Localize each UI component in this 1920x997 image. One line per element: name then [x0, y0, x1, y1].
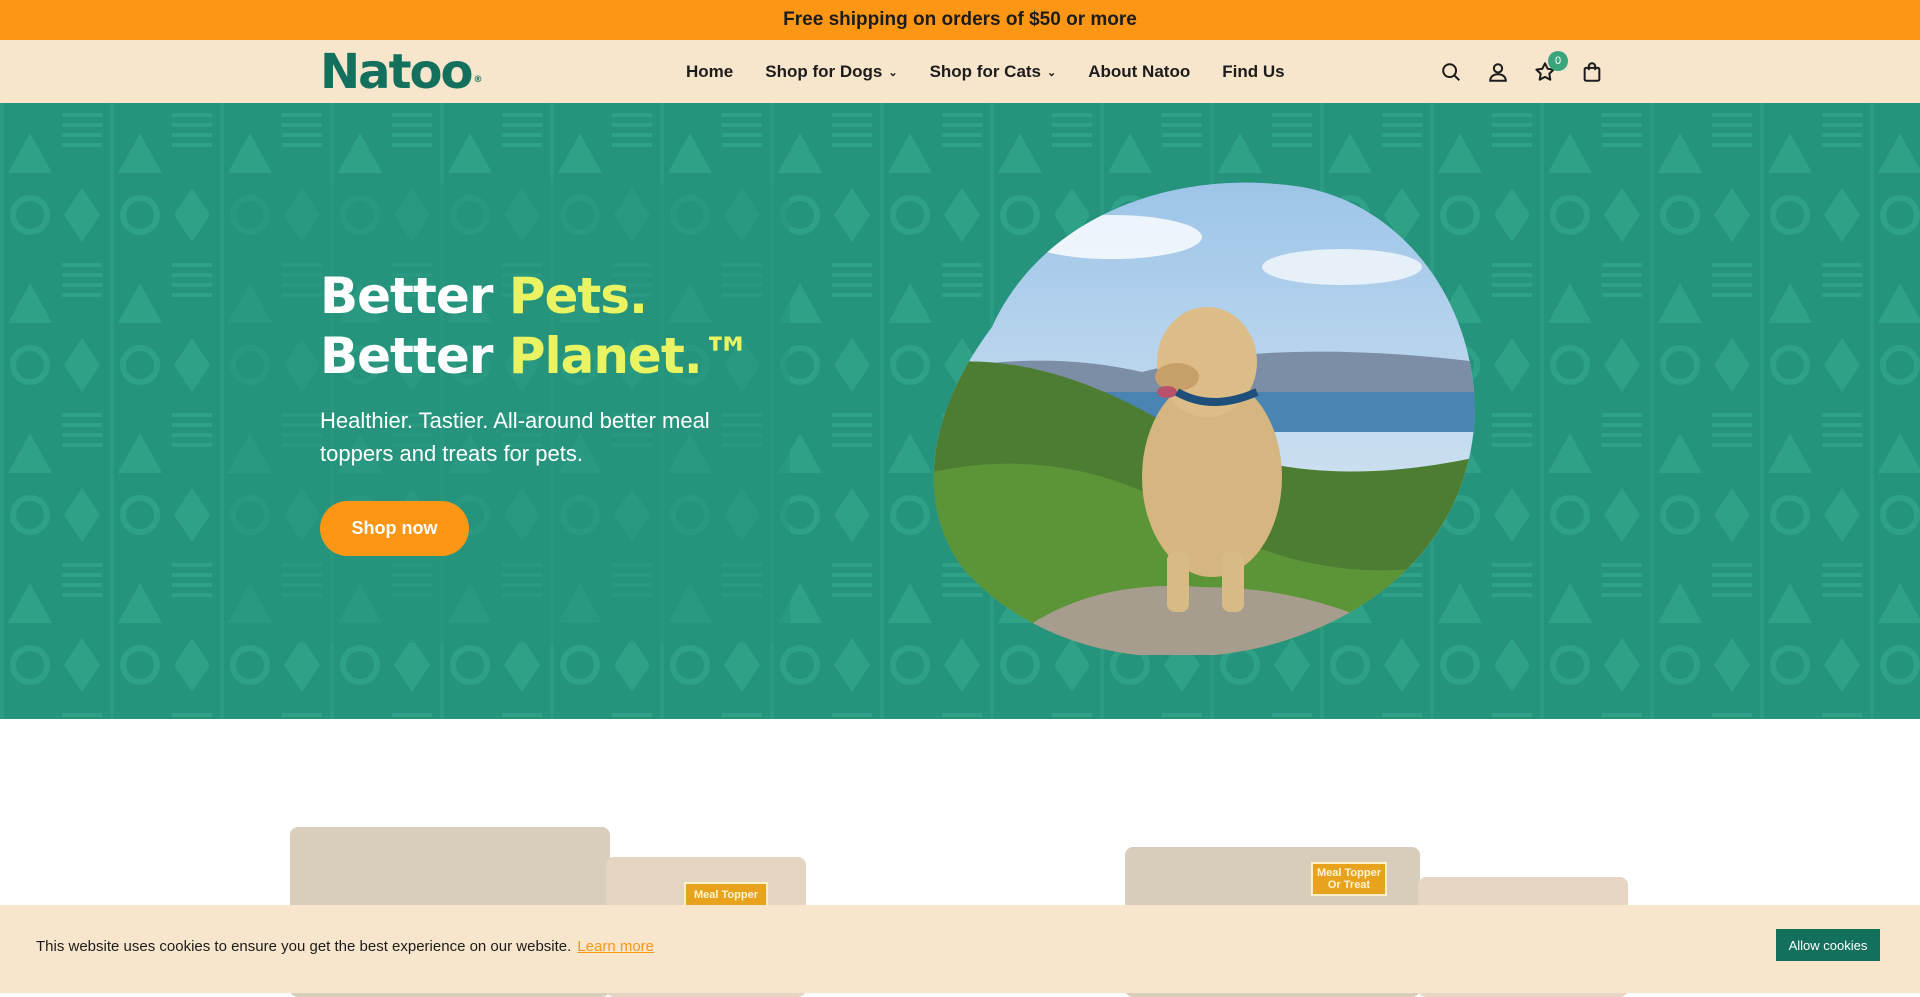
- shop-now-button[interactable]: Shop now: [320, 501, 469, 556]
- cookie-banner: This website uses cookies to ensure you …: [0, 905, 1920, 993]
- logo[interactable]: Natoo ®: [320, 48, 483, 96]
- announcement-bar: Free shipping on orders of $50 or more: [0, 0, 1920, 40]
- hero-subtext: Healthier. Tastier. All-around better me…: [320, 408, 710, 466]
- site-header: Natoo ® Home Shop for Dogs ⌄ Shop for Cats…: [0, 40, 1920, 103]
- wishlist-icon[interactable]: 0: [1533, 51, 1568, 83]
- cookie-message-text: This website uses cookies to ensure you …: [36, 938, 572, 955]
- nav-find-us[interactable]: Find Us: [1222, 62, 1284, 82]
- hero-dog-image: [933, 182, 1475, 655]
- nav-shop-for-cats[interactable]: Shop for Cats ⌄: [930, 62, 1057, 82]
- meal-topper-tag: Meal Topper: [684, 882, 768, 907]
- hero-banner: Better Pets. Better Planet.™ Healthier. …: [0, 103, 1920, 719]
- main-nav: Home Shop for Dogs ⌄ Shop for Cats ⌄ About…: [686, 40, 1285, 103]
- wishlist-count-badge: 0: [1548, 51, 1568, 71]
- nav-shop-for-dogs-label: Shop for Dogs: [765, 61, 883, 81]
- hero-line1-highlight: Pets.: [508, 267, 648, 325]
- logo-registered-mark: ®: [473, 75, 483, 85]
- nav-shop-for-cats-label: Shop for Cats: [929, 61, 1042, 81]
- logo-text: Natoo: [320, 44, 473, 100]
- cookie-message: This website uses cookies to ensure you …: [36, 938, 654, 955]
- account-icon[interactable]: [1486, 60, 1509, 83]
- chevron-down-icon: ⌄: [1047, 67, 1057, 79]
- learn-more-link[interactable]: Learn more: [577, 938, 654, 955]
- header-icons: 0: [1439, 40, 1603, 103]
- search-icon[interactable]: [1439, 60, 1462, 83]
- nav-about-natoo[interactable]: About Natoo: [1088, 62, 1190, 82]
- cart-icon[interactable]: [1580, 60, 1603, 83]
- nav-find-us-label: Find Us: [1222, 61, 1285, 81]
- announcement-text: Free shipping on orders of $50 or more: [783, 9, 1137, 30]
- chevron-down-icon: ⌄: [888, 67, 898, 79]
- hero-line2-highlight: Planet.™: [508, 327, 752, 385]
- hero-line1-text: Better: [320, 267, 509, 325]
- nav-about-natoo-label: About Natoo: [1088, 61, 1191, 81]
- meal-topper-or-treat-tag: Meal Topper Or Treat: [1311, 862, 1387, 896]
- nav-shop-for-dogs[interactable]: Shop for Dogs ⌄: [765, 62, 897, 82]
- hero-headline: Better Pets. Better Planet.™: [320, 266, 752, 386]
- allow-cookies-button[interactable]: Allow cookies: [1776, 929, 1880, 961]
- nav-home-label: Home: [686, 61, 734, 81]
- hero-line2-text: Better: [320, 327, 509, 385]
- nav-home[interactable]: Home: [686, 62, 733, 82]
